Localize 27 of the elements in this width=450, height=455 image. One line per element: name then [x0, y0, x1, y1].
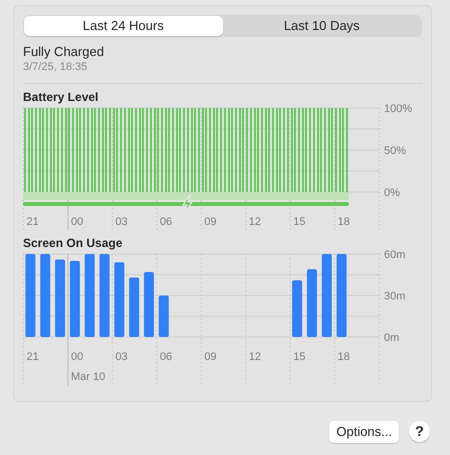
chart-title: Battery Level — [23, 90, 100, 104]
axis-label: 18 — [338, 216, 350, 228]
date-label: Mar 10 — [70, 371, 106, 383]
axis-label: 18 — [338, 351, 350, 363]
axis-label: 100% — [384, 104, 412, 115]
axis-label: 12 — [248, 351, 262, 363]
axis-label: 03 — [115, 216, 128, 228]
axis-label: 15 — [293, 216, 306, 228]
axis-label: 15 — [293, 351, 306, 363]
axis-label: 06 — [160, 351, 172, 363]
axis-label: 00 — [70, 351, 84, 363]
axis-label: 03 — [115, 351, 128, 363]
axis-label: 50% — [384, 145, 406, 157]
axis-label: 09 — [204, 216, 217, 228]
axis-label: 00 — [70, 216, 84, 228]
status-time: 3/7/25, 18:35 — [23, 60, 88, 74]
axis-label: 21 — [26, 216, 39, 228]
axis-label: 09 — [204, 351, 217, 363]
axis-label: 0m — [384, 332, 400, 344]
axis-label: 30m — [384, 290, 406, 302]
axis-label: 0% — [384, 187, 400, 199]
axis-label: 60m — [384, 250, 406, 261]
axis-label: 06 — [160, 216, 172, 228]
axis-label: 21 — [26, 351, 39, 363]
status-title: Fully Charged — [23, 44, 105, 60]
chart-title: Screen On Usage — [23, 236, 124, 250]
axis-label: 12 — [248, 216, 262, 228]
